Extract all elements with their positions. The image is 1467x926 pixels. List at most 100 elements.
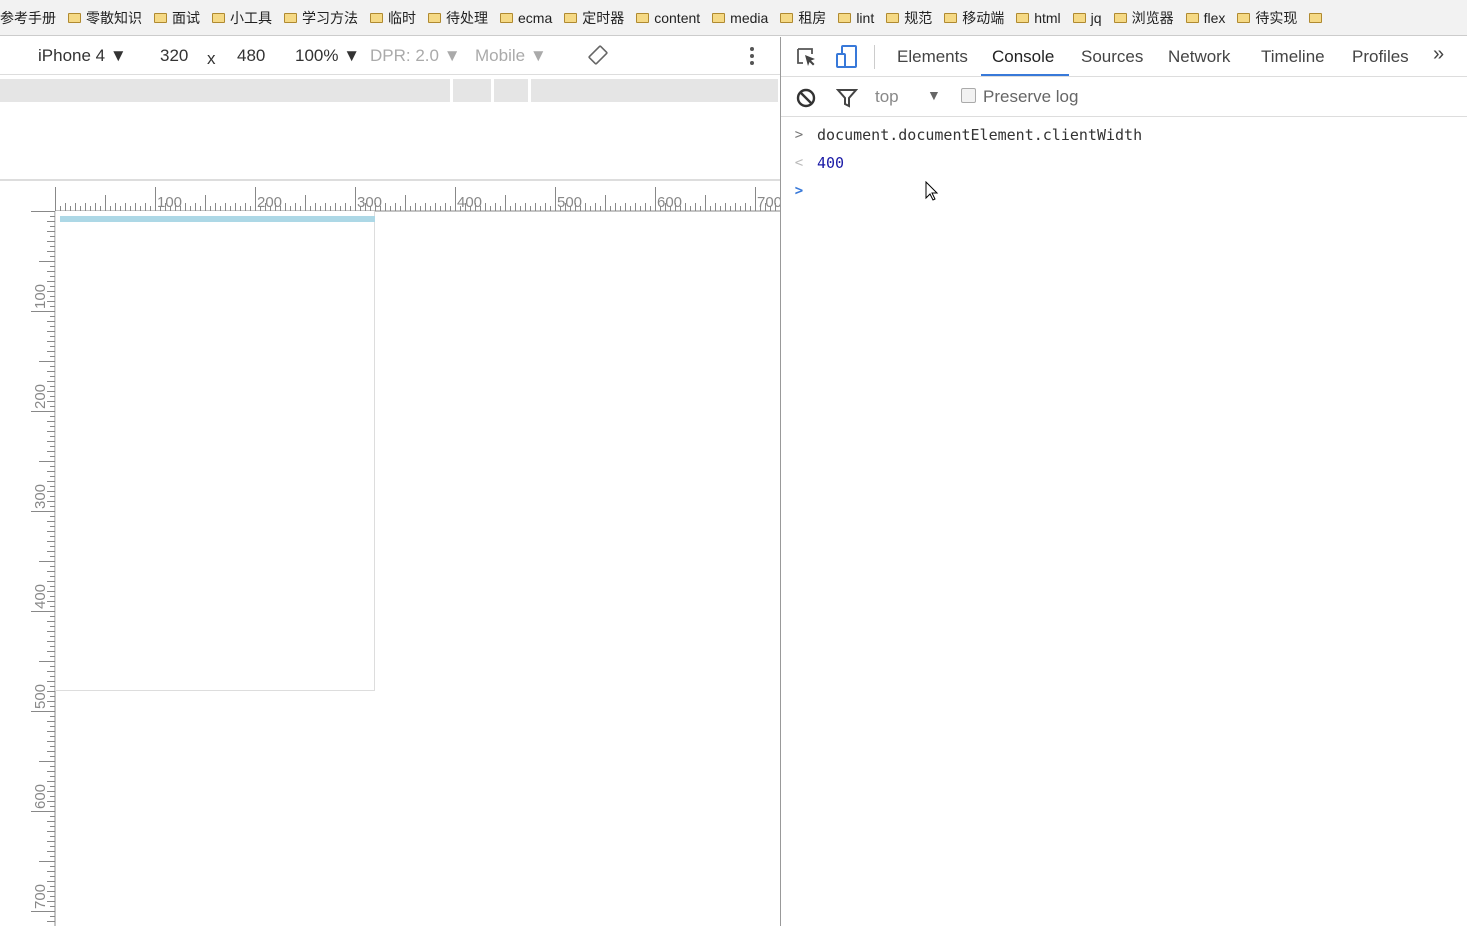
- bookmark-item[interactable]: lint: [838, 10, 874, 26]
- bookmark-item[interactable]: content: [636, 10, 700, 26]
- bookmark-label: html: [1034, 9, 1061, 26]
- ruler-label: 400: [32, 584, 49, 609]
- bookmark-item[interactable]: 待处理: [428, 8, 488, 28]
- device-name: iPhone 4: [38, 46, 106, 65]
- ruler-label: 600: [32, 784, 49, 809]
- media-query-segment[interactable]: [531, 79, 778, 102]
- active-prompt-icon: >: [794, 183, 804, 199]
- bookmark-label: lint: [856, 9, 875, 26]
- inspect-element-icon[interactable]: [795, 46, 819, 70]
- dpr-select[interactable]: DPR: 2.0 ▼: [370, 46, 461, 66]
- height-input[interactable]: 480: [237, 46, 265, 66]
- bookmark-item[interactable]: 浏览器: [1113, 8, 1174, 28]
- bookmark-item[interactable]: 参考手册: [0, 8, 56, 28]
- bookmark-item[interactable]: flex: [1185, 9, 1226, 26]
- device-mode-icon[interactable]: [835, 44, 859, 70]
- device-select[interactable]: iPhone 4 ▼: [38, 46, 127, 66]
- ruler-label: 700: [32, 884, 49, 909]
- bookmark-item[interactable]: 租房: [780, 8, 826, 28]
- mode-value: Mobile: [475, 46, 526, 65]
- folder-icon: [1309, 12, 1323, 23]
- tab-sources[interactable]: Sources: [1081, 47, 1143, 67]
- bookmark-item[interactable]: jq: [1072, 10, 1102, 26]
- bookmark-label: 临时: [388, 9, 416, 26]
- ruler-label: 600: [657, 194, 682, 211]
- bookmark-label: 移动端: [962, 9, 1005, 26]
- bookmark-item[interactable]: 移动端: [944, 8, 1004, 28]
- emulated-viewport[interactable]: [55, 211, 375, 691]
- folder-icon: [428, 12, 441, 23]
- bookmark-item[interactable]: 定时器: [564, 8, 624, 28]
- bookmark-item[interactable]: 零散知识: [68, 8, 142, 28]
- page-top-bar: [60, 216, 375, 222]
- folder-icon: [1113, 12, 1127, 23]
- console-prompt[interactable]: >: [781, 179, 1467, 203]
- ruler-label: 300: [357, 194, 382, 211]
- device-emulator: iPhone 4 ▼ 320 x 480 100% ▼ DPR: 2.0 ▼ M…: [0, 37, 780, 926]
- media-query-segment[interactable]: [0, 79, 450, 102]
- bookmark-label: content: [654, 9, 701, 26]
- rotate-icon[interactable]: [587, 44, 609, 66]
- folder-icon: [886, 12, 900, 23]
- console-command: document.documentElement.clientWidth: [817, 126, 1143, 144]
- bookmark-item[interactable]: 小工具: [212, 8, 272, 28]
- bookmark-item[interactable]: 学习方法: [284, 8, 358, 28]
- ruler-label: 100: [32, 284, 49, 309]
- bookmark-item[interactable]: 临时: [370, 8, 416, 28]
- bookmark-label: 零散知识: [86, 9, 142, 26]
- bookmark-label: 待处理: [446, 9, 488, 26]
- bookmark-label: 小工具: [230, 9, 272, 26]
- folder-icon: [68, 12, 81, 23]
- folder-icon: [154, 12, 167, 23]
- width-input[interactable]: 320: [160, 46, 188, 66]
- preserve-log-checkbox[interactable]: [961, 88, 976, 103]
- folder-icon: [944, 12, 958, 23]
- zoom-value: 100%: [295, 46, 339, 65]
- context-select[interactable]: top: [875, 87, 899, 107]
- folder-icon: [284, 12, 297, 23]
- ruler-label: 300: [32, 484, 49, 509]
- bookmark-label: 待实现: [1255, 9, 1298, 26]
- media-query-segment[interactable]: [494, 79, 528, 102]
- bookmark-item[interactable]: 待实现: [1237, 8, 1297, 28]
- bookmark-item[interactable]: 规范: [886, 8, 932, 28]
- bookmark-item[interactable]: media: [712, 10, 768, 26]
- tab-timeline[interactable]: Timeline: [1261, 47, 1325, 67]
- bookmark-label: media: [730, 9, 769, 26]
- folder-icon: [1072, 12, 1086, 23]
- context-dropdown-arrow[interactable]: ▼: [927, 87, 941, 103]
- preserve-log-label: Preserve log: [983, 87, 1079, 106]
- folder-icon: [1237, 12, 1251, 23]
- bookmark-label: 租房: [798, 9, 827, 26]
- bookmark-label: 定时器: [582, 9, 625, 26]
- console-result: 400: [817, 154, 845, 172]
- zoom-select[interactable]: 100% ▼: [295, 46, 360, 66]
- bookmark-item[interactable]: ecma: [500, 10, 552, 26]
- media-query-segment[interactable]: [453, 79, 491, 102]
- ruler-label: 100: [157, 194, 182, 211]
- filter-icon[interactable]: [836, 87, 858, 109]
- console-input-line: > document.documentElement.clientWidth: [781, 123, 1142, 147]
- tab-network[interactable]: Network: [1168, 47, 1230, 67]
- ruler-label: 700: [757, 194, 780, 211]
- folder-icon: [838, 12, 852, 23]
- folder-icon: [212, 12, 225, 23]
- bookmark-label: flex: [1203, 9, 1226, 26]
- folder-icon: [564, 12, 578, 23]
- bookmark-item[interactable]: 面试: [154, 8, 200, 28]
- mode-select[interactable]: Mobile ▼: [475, 46, 547, 66]
- kebab-menu-icon[interactable]: [748, 46, 756, 68]
- bookmark-item[interactable]: [1309, 12, 1327, 23]
- bookmark-item[interactable]: html: [1016, 9, 1061, 26]
- media-query-bar[interactable]: [0, 79, 778, 102]
- tab-profiles[interactable]: Profiles: [1352, 47, 1409, 67]
- folder-icon: [500, 12, 513, 23]
- ruler-label: 500: [32, 684, 49, 709]
- clear-console-icon[interactable]: [795, 87, 817, 109]
- devtools-tabs: Elements Console Sources Network Timelin…: [781, 37, 1467, 77]
- console-toolbar: top ▼ Preserve log: [781, 77, 1467, 117]
- tab-elements[interactable]: Elements: [897, 47, 968, 67]
- toolbar-separator: [874, 45, 875, 69]
- tab-console[interactable]: Console: [992, 47, 1054, 67]
- more-tabs-icon[interactable]: »: [1433, 43, 1444, 66]
